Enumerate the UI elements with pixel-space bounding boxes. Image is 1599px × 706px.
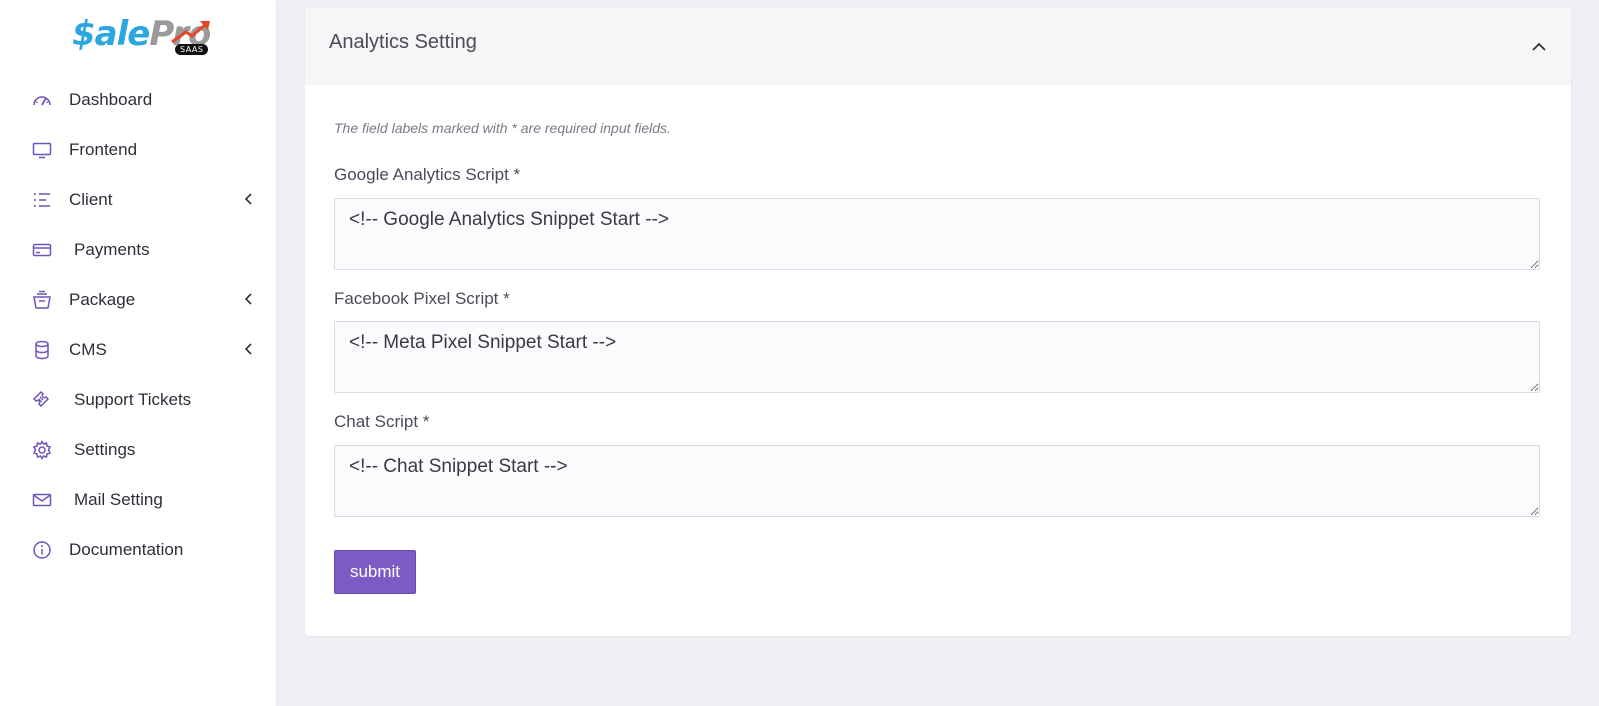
sidebar-item-label: Payments	[74, 240, 150, 259]
sidebar-item-mail-setting[interactable]: Mail Setting	[0, 475, 276, 525]
basket-icon	[32, 290, 52, 310]
card-title: Analytics Setting	[329, 31, 477, 53]
chat-script-label: Chat Script *	[334, 412, 430, 431]
sidebar-item-label: Client	[69, 190, 113, 209]
sidebar-item-frontend[interactable]: Frontend	[0, 125, 276, 175]
sidebar-item-documentation[interactable]: Documentation	[0, 525, 276, 575]
salepro-logo[interactable]: $alePro SAAS	[72, 14, 222, 60]
sidebar-item-settings[interactable]: Settings	[0, 425, 276, 475]
sidebar-item-label: CMS	[69, 340, 107, 359]
sidebar-item-label: Support Tickets	[74, 390, 192, 409]
chevron-up-icon[interactable]	[1529, 37, 1549, 57]
chevron-left-icon	[244, 293, 252, 305]
sidebar-item-label: Package	[69, 290, 136, 309]
gear-icon	[32, 440, 52, 460]
facebook-pixel-label: Facebook Pixel Script *	[334, 289, 510, 308]
database-icon	[32, 340, 52, 360]
sidebar-item-label: Mail Setting	[74, 490, 163, 509]
sidebar: $alePro SAAS Dashboard Frontend Client P…	[0, 0, 276, 706]
sidebar-item-label: Frontend	[69, 140, 138, 159]
list-icon	[32, 190, 52, 210]
credit-card-icon	[32, 240, 52, 260]
sidebar-item-dashboard[interactable]: Dashboard	[0, 75, 276, 125]
sidebar-item-label: Settings	[74, 440, 136, 459]
sidebar-item-support-tickets[interactable]: Support Tickets	[0, 375, 276, 425]
sidebar-item-label: Dashboard	[69, 90, 153, 109]
sidebar-nav: Dashboard Frontend Client Payments Packa…	[0, 75, 276, 575]
ticket-icon	[32, 390, 52, 410]
google-analytics-label: Google Analytics Script *	[334, 165, 521, 184]
saas-badge: SAAS	[175, 44, 209, 55]
sidebar-item-label: Documentation	[69, 540, 184, 559]
facebook-pixel-script-input[interactable]: <!-- Meta Pixel Snippet Start -->	[334, 321, 1540, 393]
envelope-icon	[32, 490, 52, 510]
chat-script-input[interactable]: <!-- Chat Snippet Start -->	[334, 445, 1540, 517]
info-icon	[32, 540, 52, 560]
card-header: Analytics Setting	[305, 7, 1571, 85]
chevron-left-icon	[244, 343, 252, 355]
sidebar-item-package[interactable]: Package	[0, 275, 276, 325]
sidebar-item-client[interactable]: Client	[0, 175, 276, 225]
required-fields-note: The field labels marked with * are requi…	[334, 120, 671, 136]
sidebar-item-cms[interactable]: CMS	[0, 325, 276, 375]
google-analytics-script-input[interactable]: <!-- Google Analytics Snippet Start -->	[334, 198, 1540, 270]
chevron-left-icon	[244, 193, 252, 205]
gauge-icon	[32, 90, 52, 110]
analytics-setting-card: Analytics Setting The field labels marke…	[305, 7, 1571, 636]
sidebar-item-payments[interactable]: Payments	[0, 225, 276, 275]
monitor-icon	[32, 140, 52, 160]
logo-arrow-icon	[171, 21, 210, 44]
submit-button[interactable]: submit	[334, 550, 416, 594]
